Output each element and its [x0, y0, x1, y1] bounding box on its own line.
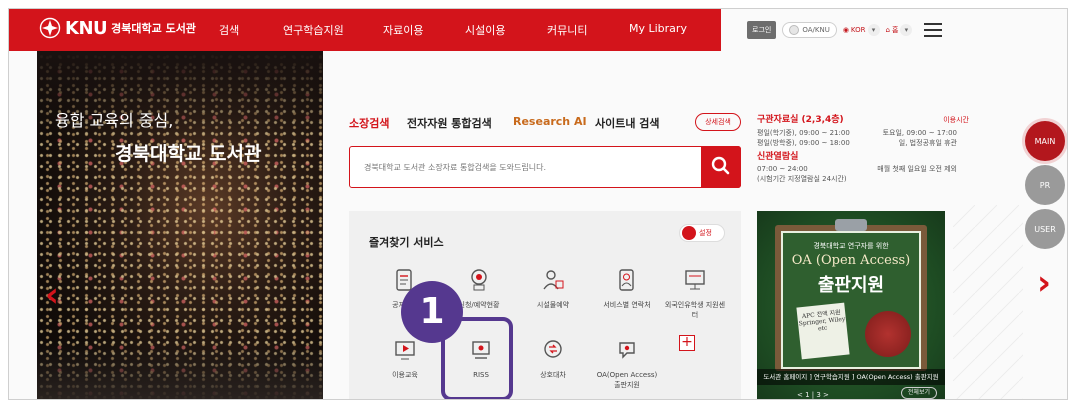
- home-label: 홈: [891, 26, 899, 34]
- nav-my-library[interactable]: My Library: [629, 22, 687, 35]
- interlibrary-icon: [544, 340, 562, 358]
- home-select[interactable]: ⌂ 홈 ▾: [886, 22, 913, 38]
- logo-text: KNU: [65, 17, 108, 39]
- nav-community[interactable]: 커뮤니티: [547, 22, 587, 38]
- browser-viewport: KNU 경북대학교 도서관 검색 연구학습지원 자료이용 시설이용 커뮤니티 M…: [8, 8, 1068, 400]
- tab-research-ai[interactable]: Research AI: [513, 115, 587, 128]
- nav-facilities[interactable]: 시설이용: [465, 22, 505, 38]
- hours-sunday: 일, 법정공휴일 휴관: [898, 139, 957, 147]
- facility-icon: [543, 270, 564, 290]
- nav-research-support[interactable]: 연구학습지원: [283, 22, 344, 38]
- service-label: 시설물예약: [536, 301, 570, 309]
- nav-materials[interactable]: 자료이용: [383, 22, 423, 38]
- promo-subtitle: 경북대학교 연구자를 위한: [813, 242, 889, 250]
- oa-icon: [619, 342, 635, 359]
- hours-saturday: 토요일, 09:00 ~ 17:00: [882, 129, 957, 137]
- language-label: KOR: [850, 26, 866, 34]
- hours-weekday-vacation: 평일(방학중), 09:00 ~ 18:00: [757, 139, 850, 147]
- favorites-settings-button[interactable]: 설정: [679, 224, 725, 242]
- tab-site-search[interactable]: 사이트내 검색: [595, 115, 660, 131]
- service-label: 외국인유학생 지원센터: [664, 301, 726, 319]
- reservation-icon: [471, 269, 487, 291]
- education-icon: [395, 341, 415, 360]
- search-input[interactable]: [364, 159, 694, 175]
- opening-hours: 구관자료실 (2,3,4층) 이용시간 평일(학기중), 09:00 ~ 21:…: [757, 115, 969, 184]
- callout-number: 1: [401, 281, 463, 343]
- promo-pager[interactable]: < 1 | 3 >: [797, 391, 829, 399]
- chevron-down-icon: ▾: [900, 24, 913, 36]
- tab-catalog-search[interactable]: 소장검색: [349, 115, 389, 131]
- side-user-button[interactable]: USER: [1025, 209, 1065, 249]
- advanced-search-button[interactable]: 상세검색: [695, 113, 741, 131]
- knu-logo[interactable]: KNU 경북대학교 도서관: [39, 17, 196, 39]
- tab-eresource-search[interactable]: 전자자원 통합검색: [407, 115, 492, 131]
- gear-icon: [682, 226, 696, 240]
- decorative-pattern: [953, 205, 1023, 399]
- reading-room-title: 신관열람실: [757, 152, 799, 162]
- language-select[interactable]: ◉ KOR ▾: [843, 22, 880, 38]
- oa-toggle[interactable]: OA/KNU: [782, 22, 837, 38]
- hero-banner: 융합 교육의 중심, 경북대학교 도서관 ‹: [37, 51, 323, 399]
- promo-title: 출판지원: [817, 275, 885, 296]
- nav-search[interactable]: 검색: [219, 22, 239, 38]
- hours-weekday-semester: 평일(학기중), 09:00 ~ 21:00: [757, 129, 850, 137]
- promo-banner[interactable]: 경북대학교 연구자를 위한 OA (Open Access) 출판지원 APC …: [757, 211, 945, 399]
- search-box: [349, 145, 741, 188]
- view-all-button[interactable]: 전체보기: [900, 387, 937, 399]
- promo-caption: 도서관 홈페이지 ] 연구학습지원 ] OA(Open Access) 출판지원: [757, 369, 945, 385]
- international-icon: [685, 270, 705, 290]
- hero-tagline: 융합 교육의 중심,: [55, 111, 174, 130]
- chevron-down-icon: ▾: [867, 24, 880, 36]
- service-oa-publishing[interactable]: OA(Open Access) 출판지원: [595, 337, 659, 390]
- knu-emblem-icon: [39, 17, 61, 39]
- prev-slide-arrow-icon[interactable]: ‹: [37, 275, 67, 315]
- settings-label: 설정: [699, 229, 712, 237]
- service-interlibrary-loan[interactable]: 상호대차: [521, 337, 585, 380]
- reading-exam-note: (시험기간 지정열람실 24시간): [757, 175, 847, 183]
- login-button[interactable]: 로그인: [747, 21, 777, 39]
- search-button[interactable]: [701, 145, 741, 188]
- hero-title: 경북대학교 도서관: [115, 143, 262, 165]
- promo-oa-title: OA (Open Access): [791, 253, 911, 268]
- logo-subtitle: 경북대학교 도서관: [111, 22, 196, 35]
- reading-closed-note: 매월 첫째 일요일 오전 제외: [877, 165, 957, 173]
- service-contacts[interactable]: 서비스별 연락처: [595, 267, 659, 310]
- reading-hours: 07:00 ~ 24:00: [757, 165, 808, 173]
- search-icon: [711, 156, 730, 174]
- next-slide-arrow-icon[interactable]: ›: [1029, 263, 1059, 303]
- toggle-label: OA/KNU: [802, 26, 830, 34]
- side-main-button[interactable]: MAIN: [1025, 121, 1065, 161]
- service-label: 상호대차: [540, 371, 566, 379]
- service-label: OA(Open Access) 출판지원: [596, 371, 658, 389]
- flag-icon: ◉: [842, 26, 849, 34]
- hours-link[interactable]: 이용시간: [943, 115, 969, 125]
- service-label: 서비스별 연락처: [603, 301, 651, 309]
- favorites-title: 즐겨찾기 서비스: [369, 236, 444, 249]
- home-icon: ⌂: [885, 26, 890, 34]
- service-label: 이용교육: [392, 371, 418, 379]
- service-facility-booking[interactable]: 시설물예약: [521, 267, 585, 310]
- add-service-button[interactable]: +: [679, 335, 695, 351]
- side-pr-button[interactable]: PR: [1025, 165, 1065, 205]
- utility-bar: 로그인 OA/KNU ◉ KOR ▾ ⌂ 홈 ▾: [747, 19, 943, 41]
- clipboard-clip-icon: [835, 219, 867, 231]
- service-user-education[interactable]: 이용교육: [373, 337, 437, 380]
- menu-icon[interactable]: [924, 23, 943, 37]
- seal-icon: [865, 311, 911, 357]
- contacts-icon: [619, 269, 634, 291]
- top-navigation: KNU 경북대학교 도서관 검색 연구학습지원 자료이용 시설이용 커뮤니티 M…: [9, 9, 721, 51]
- promo-note: APC 전액 지원 Springer, Wiley etc: [796, 302, 850, 360]
- service-international-center[interactable]: 외국인유학생 지원센터: [663, 267, 727, 320]
- hours-title: 구관자료실 (2,3,4층): [757, 115, 844, 125]
- toggle-knob-icon: [789, 25, 800, 35]
